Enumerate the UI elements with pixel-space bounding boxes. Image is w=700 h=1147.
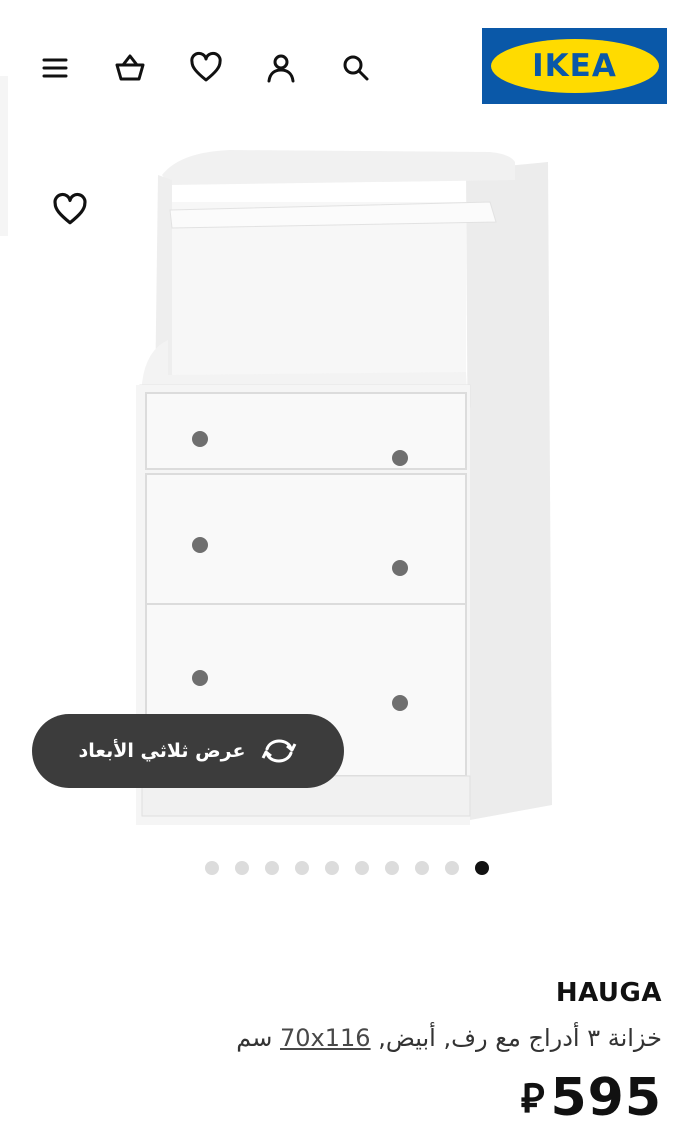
logo-oval: IKEA [490,39,659,93]
knob [192,670,208,686]
knob [192,537,208,553]
currency-symbol: ⃁ [520,1076,545,1122]
knob [392,560,408,576]
account-button[interactable] [259,46,303,90]
knob [192,431,208,447]
basket-button[interactable] [108,46,152,90]
carousel-dot[interactable] [295,861,309,875]
search-button[interactable] [334,46,378,90]
product-price: ⃁ 595 [521,1068,662,1128]
hutch-back [168,202,466,392]
menu-button[interactable] [33,46,77,90]
view-3d-button[interactable]: عرض ثلاثي الأبعاد [32,714,344,788]
carousel-dot[interactable] [415,861,429,875]
product-measure-link[interactable]: 70x116 [280,1024,371,1052]
measure-unit: سم [236,1024,273,1052]
price-value: 595 [550,1068,662,1128]
carousel-dot[interactable] [445,861,459,875]
heart-outline-icon [53,192,87,225]
carousel-dot[interactable] [355,861,369,875]
carousel-dot[interactable] [325,861,339,875]
cabinet-side [466,162,552,820]
cabinet-top [162,150,515,185]
logo-text: IKEA [532,48,617,84]
rotate-icon [262,739,297,763]
site-header: IKEA [0,0,700,130]
description-text: خزانة ٣ أدراج مع رف, أبيض, [378,1024,662,1052]
drawer-1 [145,392,467,470]
knob [392,450,408,466]
carousel-dot[interactable] [385,861,399,875]
carousel-dot[interactable] [235,861,249,875]
basket-icon [115,54,145,81]
product-description: خزانة ٣ أدراج مع رف, أبيض, 70x116 سم [236,1024,662,1052]
ikea-logo[interactable]: IKEA [482,28,667,104]
product-name: HAUGA [555,978,662,1008]
search-icon [343,55,369,81]
carousel-dot[interactable] [205,861,219,875]
view-3d-label: عرض ثلاثي الأبعاد [78,740,246,762]
carousel-dot[interactable] [265,861,279,875]
knob [392,695,408,711]
user-icon [267,54,295,83]
heart-icon [190,51,222,82]
carousel-dot-active[interactable] [475,861,489,875]
menu-icon [42,58,68,78]
image-carousel-dots [205,861,489,875]
product-favorite-button[interactable] [50,190,90,230]
favorites-button[interactable] [184,46,228,90]
